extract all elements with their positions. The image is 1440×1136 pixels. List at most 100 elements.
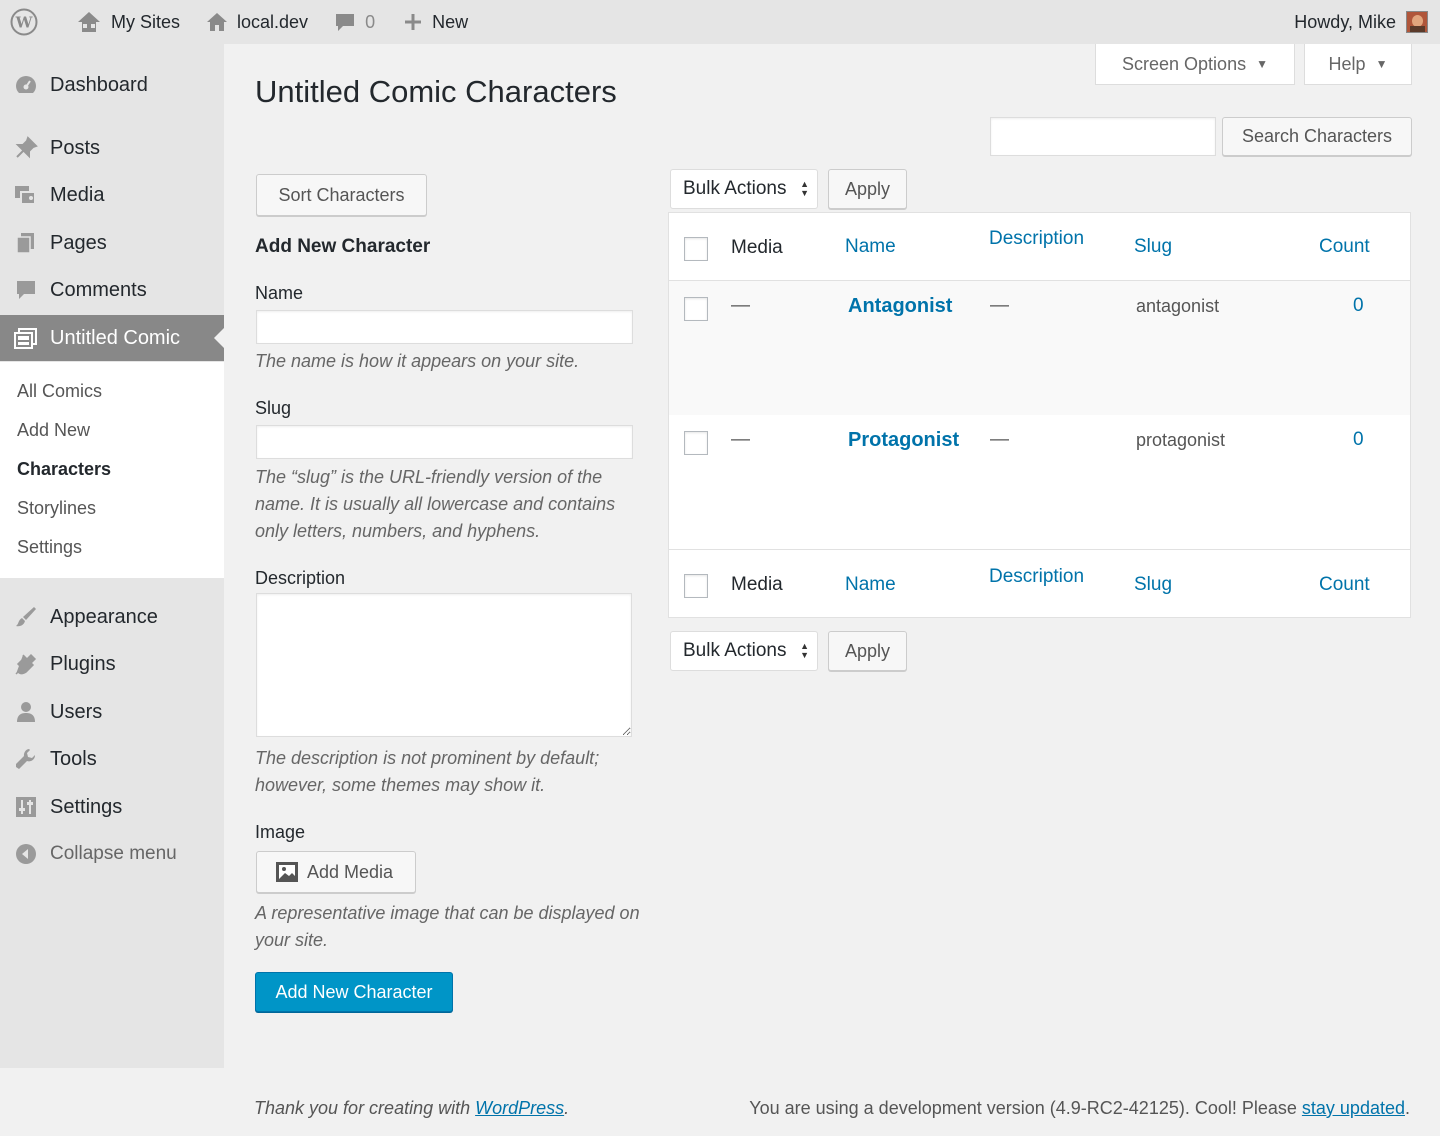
- column-description[interactable]: Description: [989, 228, 1084, 250]
- footer-thanks-suffix: .: [564, 1098, 570, 1118]
- menu-plugins[interactable]: Plugins: [0, 641, 224, 687]
- menu-tools[interactable]: Tools: [0, 736, 224, 782]
- row-checkbox[interactable]: [684, 431, 708, 455]
- screen-options-button[interactable]: Screen Options ▼: [1095, 44, 1295, 85]
- row-description: —: [990, 295, 1009, 316]
- new-label: New: [432, 11, 469, 32]
- footer-version-suffix: .: [1404, 1098, 1410, 1118]
- site-name-menu[interactable]: local.dev: [194, 0, 320, 44]
- sort-characters-button[interactable]: Sort Characters: [256, 174, 427, 216]
- submenu-storylines[interactable]: Storylines: [0, 489, 224, 528]
- row-media: —: [731, 429, 750, 450]
- bulk-actions-label: Bulk Actions: [683, 640, 787, 661]
- slug-help-text: The “slug” is the URL-friendly version o…: [255, 467, 616, 541]
- submenu-all-comics[interactable]: All Comics: [0, 372, 224, 411]
- menu-media[interactable]: Media: [0, 172, 224, 218]
- submenu-settings[interactable]: Settings: [0, 528, 224, 567]
- wordpress-link[interactable]: WordPress: [475, 1098, 564, 1118]
- row-name-link[interactable]: Antagonist: [848, 295, 952, 318]
- comments-menu[interactable]: 0: [322, 0, 387, 44]
- select-all-checkbox[interactable]: [684, 574, 708, 598]
- menu-pages[interactable]: Pages: [0, 220, 224, 266]
- home-icon: [206, 11, 228, 33]
- search-input[interactable]: [990, 117, 1216, 156]
- column-count[interactable]: Count: [1319, 236, 1370, 258]
- row-name-link[interactable]: Protagonist: [848, 429, 959, 452]
- table-footer-row: Media Name Description Slug Count: [669, 549, 1410, 617]
- row-media: —: [731, 295, 750, 316]
- plugin-icon: [0, 652, 50, 676]
- menu-label: Tools: [50, 747, 97, 770]
- menu-label: Settings: [50, 795, 123, 818]
- column-media: Media: [731, 237, 783, 258]
- name-field[interactable]: [256, 310, 633, 344]
- description-field[interactable]: [256, 593, 632, 737]
- help-label: Help: [1328, 53, 1366, 74]
- add-media-button[interactable]: Add Media: [256, 851, 416, 893]
- menu-label: Users: [50, 700, 103, 723]
- column-name[interactable]: Name: [845, 574, 896, 596]
- wrench-icon: [0, 747, 50, 771]
- footer-thanks: Thank you for creating with WordPress.: [254, 1098, 569, 1119]
- menu-comments[interactable]: Comments: [0, 267, 224, 313]
- apply-button-bottom[interactable]: Apply: [828, 631, 907, 671]
- name-label: Name: [255, 283, 304, 303]
- row-count-link[interactable]: 0: [1353, 429, 1364, 451]
- wordpress-logo-icon: W: [10, 8, 38, 36]
- wordpress-logo-button[interactable]: W: [0, 0, 50, 44]
- my-sites-icon: [76, 10, 102, 34]
- bulk-actions-label: Bulk Actions: [683, 178, 787, 199]
- svg-text:W: W: [15, 14, 34, 32]
- comments-count: 0: [365, 11, 376, 32]
- avatar: [1406, 11, 1428, 33]
- comment-bubble-icon: [334, 11, 356, 33]
- menu-appearance[interactable]: Appearance: [0, 594, 224, 640]
- slug-field[interactable]: [256, 425, 633, 459]
- select-arrows-icon: ▲ ▼: [800, 641, 809, 660]
- menu-posts[interactable]: Posts: [0, 125, 224, 171]
- bulk-actions-select-bottom[interactable]: Bulk Actions ▲ ▼: [670, 631, 818, 671]
- my-sites-menu[interactable]: My Sites: [64, 0, 192, 44]
- column-slug[interactable]: Slug: [1134, 236, 1172, 258]
- comic-icon: [0, 326, 50, 350]
- user-icon: [0, 700, 50, 724]
- footer-thanks-text: Thank you for creating with: [254, 1098, 476, 1118]
- help-button[interactable]: Help ▼: [1304, 44, 1412, 85]
- sliders-icon: [0, 795, 50, 819]
- column-count[interactable]: Count: [1319, 574, 1370, 596]
- menu-dashboard[interactable]: Dashboard: [0, 62, 224, 108]
- row-slug: protagonist: [1136, 430, 1226, 450]
- menu-users[interactable]: Users: [0, 689, 224, 735]
- row-count-link[interactable]: 0: [1353, 295, 1364, 317]
- plus-icon: [403, 12, 423, 32]
- howdy-label: Howdy, Mike: [1294, 11, 1396, 32]
- menu-settings[interactable]: Settings: [0, 784, 224, 830]
- submenu-characters[interactable]: Characters: [0, 450, 224, 489]
- paintbrush-icon: [0, 605, 50, 629]
- add-media-label: Add Media: [307, 861, 394, 882]
- bulk-actions-select-top[interactable]: Bulk Actions ▲ ▼: [670, 169, 818, 209]
- column-description[interactable]: Description: [989, 566, 1084, 588]
- table-header-row: Media Name Description Slug Count: [669, 213, 1410, 281]
- row-checkbox[interactable]: [684, 297, 708, 321]
- new-content-menu[interactable]: New: [391, 0, 480, 44]
- submenu-add-new[interactable]: Add New: [0, 411, 224, 450]
- stay-updated-link[interactable]: stay updated: [1302, 1098, 1405, 1118]
- menu-untitled-comic[interactable]: Untitled Comic: [0, 315, 224, 361]
- column-name[interactable]: Name: [845, 236, 896, 258]
- characters-table: Media Name Description Slug Count — Anta…: [668, 212, 1411, 618]
- add-new-character-button[interactable]: Add New Character: [255, 972, 453, 1012]
- collapse-menu-button[interactable]: Collapse menu: [0, 831, 224, 877]
- search-characters-button[interactable]: Search Characters: [1222, 117, 1412, 156]
- caret-down-icon: ▼: [1256, 57, 1268, 71]
- menu-label: Posts: [50, 136, 101, 159]
- my-account-menu[interactable]: Howdy, Mike: [1294, 11, 1440, 33]
- column-slug[interactable]: Slug: [1134, 574, 1172, 596]
- media-icon: [0, 183, 50, 207]
- select-all-checkbox[interactable]: [684, 237, 708, 261]
- apply-button-top[interactable]: Apply: [828, 169, 907, 209]
- collapse-icon: [0, 842, 50, 866]
- name-help-text: The name is how it appears on your site.: [255, 351, 580, 371]
- admin-bar: W My Sites local.dev 0 New Howdy, Mike: [0, 0, 1440, 44]
- menu-label: Collapse menu: [50, 843, 177, 864]
